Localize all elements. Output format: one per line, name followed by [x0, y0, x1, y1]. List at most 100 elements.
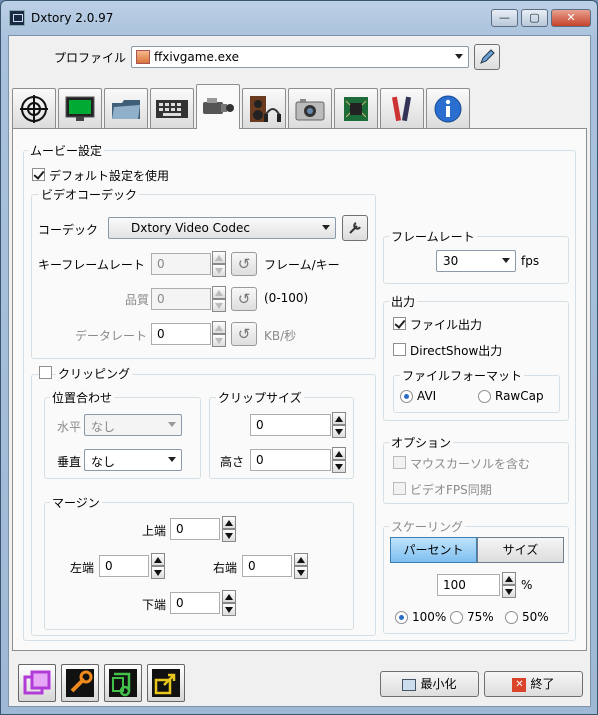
framerate-select[interactable]: 30 [436, 250, 516, 272]
position-title: 位置合わせ [50, 389, 115, 406]
movie-settings-panel: ムービー設定 デフォルト設定を使用 ビデオコーデック コーデック Dxtory … [12, 128, 587, 651]
codec-config-button[interactable] [342, 215, 368, 241]
directshow-checkbox[interactable] [393, 343, 406, 356]
clip-size-title: クリップサイズ [216, 389, 304, 406]
margin-top-stepper[interactable] [222, 516, 236, 543]
scaling-value-input[interactable]: 100 [437, 574, 500, 596]
info-icon [434, 95, 462, 122]
margin-bottom-input[interactable]: 0 [170, 592, 220, 614]
margin-right-input[interactable]: 0 [242, 555, 292, 577]
use-default-checkbox[interactable] [32, 168, 45, 181]
framerate-title: フレームレート [389, 228, 477, 245]
quality-reset-button[interactable]: ↺ [231, 287, 257, 311]
tab-info[interactable] [426, 88, 470, 128]
quality-input[interactable]: 0 [151, 288, 211, 310]
scaling-size-button[interactable]: サイズ [477, 537, 564, 563]
video-fps-sync-checkbox[interactable] [393, 482, 406, 495]
settings-button[interactable] [61, 664, 99, 702]
close-window-button[interactable]: ✕ [551, 9, 591, 27]
target-icon [20, 94, 48, 123]
profile-label: プロファイル [54, 51, 127, 65]
scale-75-label: 75% [467, 610, 494, 624]
wrench-icon [66, 669, 94, 697]
datarate-stepper[interactable] [212, 321, 226, 348]
tab-monitor[interactable] [58, 88, 102, 128]
speaker-headset-icon [250, 95, 281, 122]
margin-bottom-stepper[interactable] [222, 590, 236, 617]
clip-width-stepper[interactable] [332, 412, 346, 439]
tab-target[interactable] [12, 88, 56, 128]
tab-chip[interactable] [334, 88, 378, 128]
camera-icon [295, 98, 325, 120]
music-note-icon [109, 669, 137, 697]
keyframe-input[interactable]: 0 [151, 253, 211, 275]
scale-50-label: 50% [522, 610, 549, 624]
chip-icon [344, 96, 368, 121]
file-output-checkbox[interactable] [393, 317, 406, 330]
keyframe-reset-button[interactable]: ↺ [231, 252, 257, 276]
tab-keyboard[interactable] [150, 88, 194, 128]
quality-value: 0 [157, 292, 165, 306]
format-rawcap-label: RawCap [495, 389, 544, 403]
keyframe-stepper[interactable] [212, 251, 226, 278]
vertical-value: なし [91, 455, 116, 469]
minimize-label: 最小化 [420, 677, 457, 691]
tab-tools[interactable] [380, 88, 424, 128]
clip-width-input[interactable]: 0 [250, 414, 331, 436]
chevron-down-icon [502, 258, 510, 263]
directshow-label: DirectShow出力 [410, 344, 503, 358]
format-avi-label: AVI [417, 389, 437, 403]
clip-height-stepper[interactable] [332, 447, 346, 474]
exit-icon: ✕ [512, 677, 527, 692]
margin-right-stepper[interactable] [294, 553, 308, 580]
exit-button[interactable]: ✕ 終了 [484, 671, 583, 697]
maximize-window-button[interactable]: ▢ [521, 9, 548, 27]
tab-camera[interactable] [288, 88, 332, 128]
margin-bottom-value: 0 [176, 596, 184, 610]
camcorder-icon [203, 98, 234, 114]
margin-right-value: 0 [248, 559, 256, 573]
vertical-select[interactable]: なし [84, 449, 182, 471]
clipping-checkbox[interactable] [39, 366, 52, 379]
app-window: Dxtory 2.0.97 — ▢ ✕ プロファイル ffxivgame.exe [0, 0, 598, 715]
quality-stepper[interactable] [212, 286, 226, 313]
tab-camcorder[interactable] [196, 84, 240, 129]
datarate-reset-button[interactable]: ↺ [231, 322, 257, 346]
codec-select[interactable]: Dxtory Video Codec [108, 217, 336, 239]
keyframe-unit: フレーム/キー [264, 258, 340, 272]
scale-100-radio[interactable] [395, 611, 408, 624]
margin-top-value: 0 [176, 522, 184, 536]
include-cursor-checkbox[interactable] [393, 456, 406, 469]
minimize-button[interactable]: 最小化 [380, 671, 479, 697]
tab-folder[interactable] [104, 88, 148, 128]
format-avi-radio[interactable] [400, 390, 413, 403]
minimize-window-button[interactable]: — [491, 9, 518, 27]
video-codec-title: ビデオコーデック [39, 186, 140, 203]
export-button[interactable] [147, 664, 185, 702]
audio-button[interactable] [104, 664, 142, 702]
scale-50-radio[interactable] [505, 611, 518, 624]
datarate-input[interactable]: 0 [151, 323, 211, 345]
minimize-to-tray-icon [402, 678, 417, 691]
datarate-label: データレート [75, 329, 148, 343]
scaling-percent-button[interactable]: パーセント [390, 537, 477, 563]
scaling-stepper[interactable] [502, 572, 516, 599]
quality-unit: (0-100) [264, 291, 309, 305]
wrench-icon [349, 222, 361, 234]
format-rawcap-radio[interactable] [478, 390, 491, 403]
tab-speaker-headset[interactable] [242, 88, 286, 128]
horizontal-select[interactable]: なし [84, 414, 182, 436]
reset-icon: ↺ [237, 255, 251, 273]
scale-75-radio[interactable] [450, 611, 463, 624]
profile-select[interactable]: ffxivgame.exe [131, 46, 469, 68]
margin-top-input[interactable]: 0 [170, 518, 220, 540]
codec-label: コーデック [38, 223, 99, 237]
monitor-icon [65, 96, 95, 121]
title-bar: Dxtory 2.0.97 — ▢ ✕ [1, 1, 597, 35]
video-fps-sync-label: ビデオFPS同期 [410, 483, 492, 497]
clip-height-input[interactable]: 0 [250, 449, 331, 471]
overlay-button[interactable] [18, 664, 56, 702]
margin-left-stepper[interactable] [151, 553, 165, 580]
edit-profile-button[interactable] [474, 44, 500, 70]
margin-left-input[interactable]: 0 [99, 555, 149, 577]
